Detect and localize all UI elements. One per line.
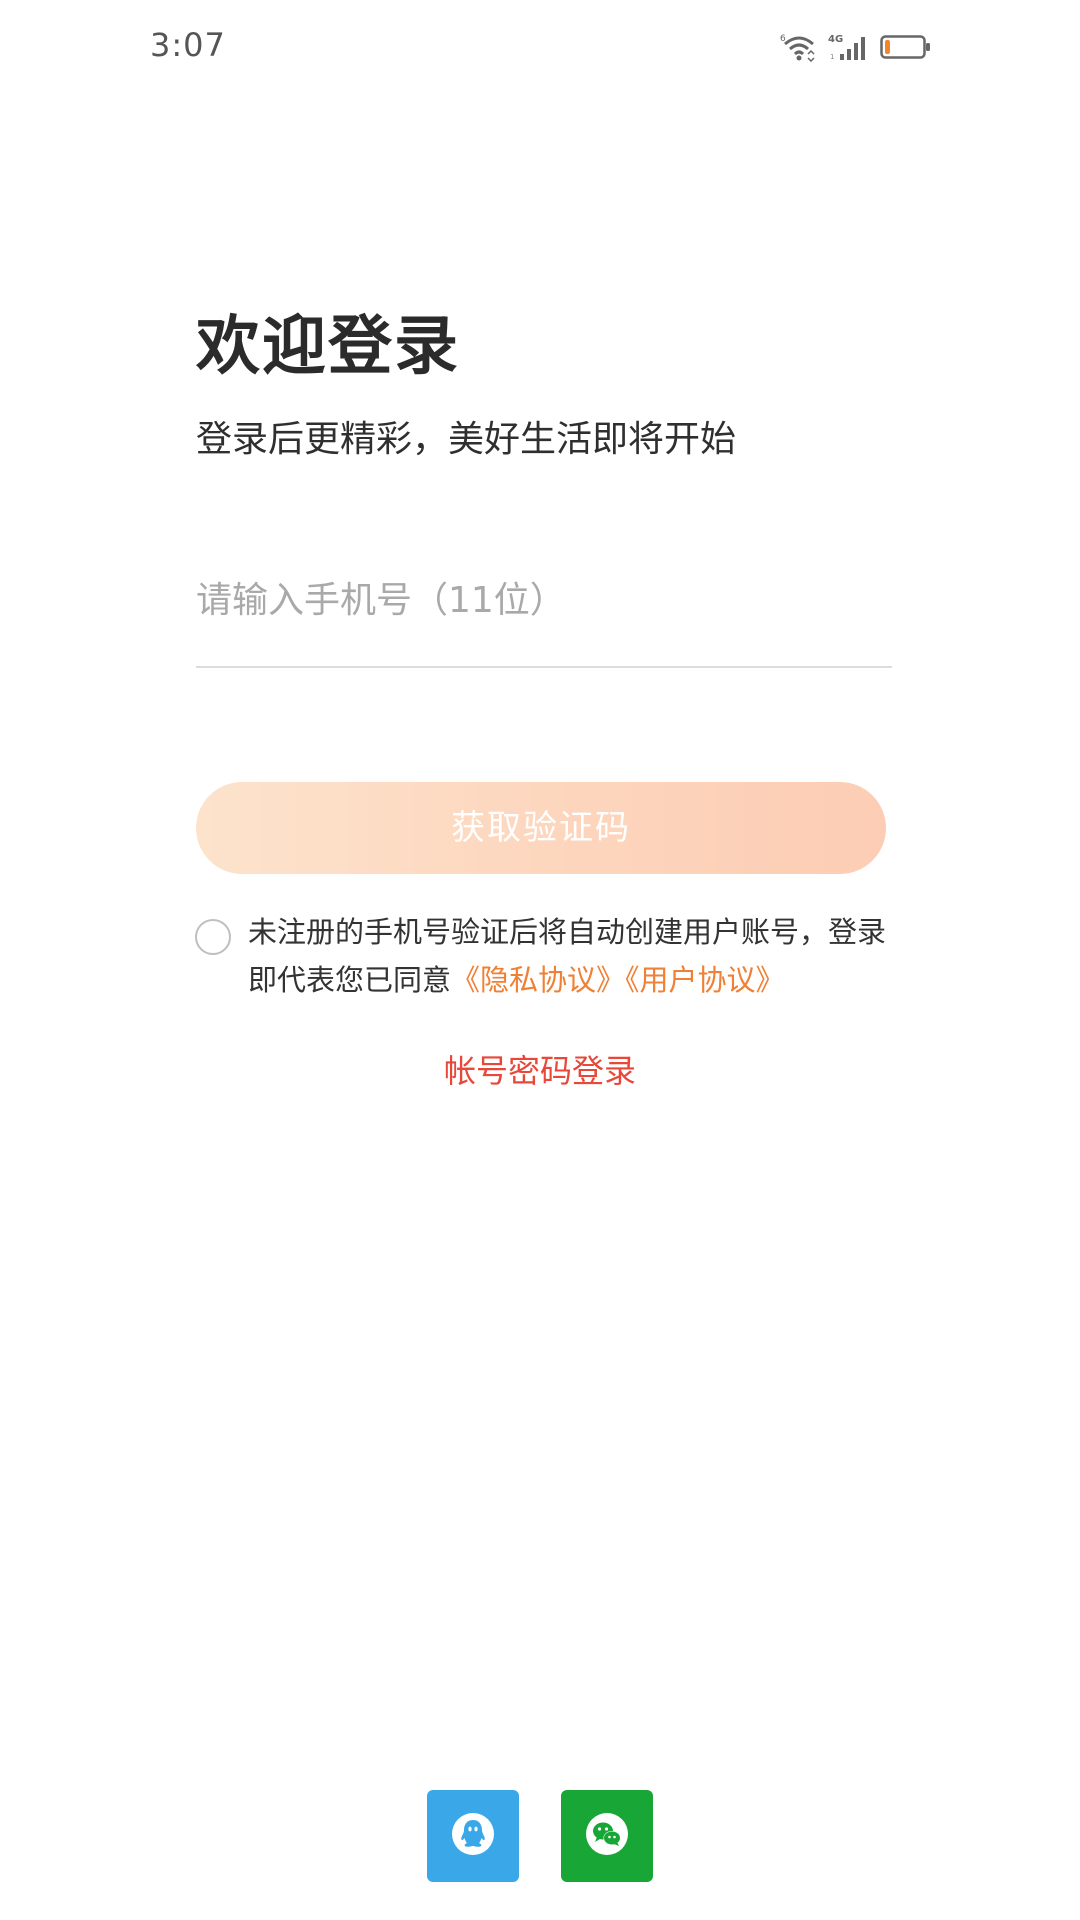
get-code-button[interactable]: 获取验证码: [196, 782, 886, 874]
wifi-6-icon: 6: [780, 32, 818, 62]
status-bar: 3:07 6 4G 1: [0, 0, 1080, 92]
page-subtitle: 登录后更精彩，美好生活即将开始: [196, 419, 737, 460]
account-password-login-link[interactable]: 帐号密码登录: [0, 1046, 1080, 1092]
battery-low-icon: [880, 32, 932, 62]
privacy-policy-link[interactable]: 《隐私协议》: [451, 963, 625, 997]
phone-input[interactable]: [196, 570, 892, 630]
network-type-label: 4G: [828, 34, 843, 45]
svg-text:1: 1: [830, 53, 834, 61]
status-time: 3:07: [150, 26, 226, 64]
phone-field: [196, 570, 892, 668]
page-title: 欢迎登录: [196, 310, 460, 384]
agreement-checkbox[interactable]: [195, 919, 231, 955]
wechat-icon: [584, 1811, 630, 1861]
agreement-text: 未注册的手机号验证后将自动创建用户账号，登录即代表您已同意《隐私协议》《用户协议…: [248, 908, 898, 1004]
wechat-login-button[interactable]: [561, 1790, 653, 1882]
qq-icon: [450, 1811, 496, 1861]
social-login-row: [0, 1790, 1080, 1882]
qq-login-button[interactable]: [427, 1790, 519, 1882]
network-signal: 4G 1: [828, 32, 870, 62]
user-agreement-link[interactable]: 《用户协议》: [625, 963, 785, 997]
status-icons: 6 4G 1: [780, 30, 932, 64]
battery-fill: [885, 40, 890, 54]
